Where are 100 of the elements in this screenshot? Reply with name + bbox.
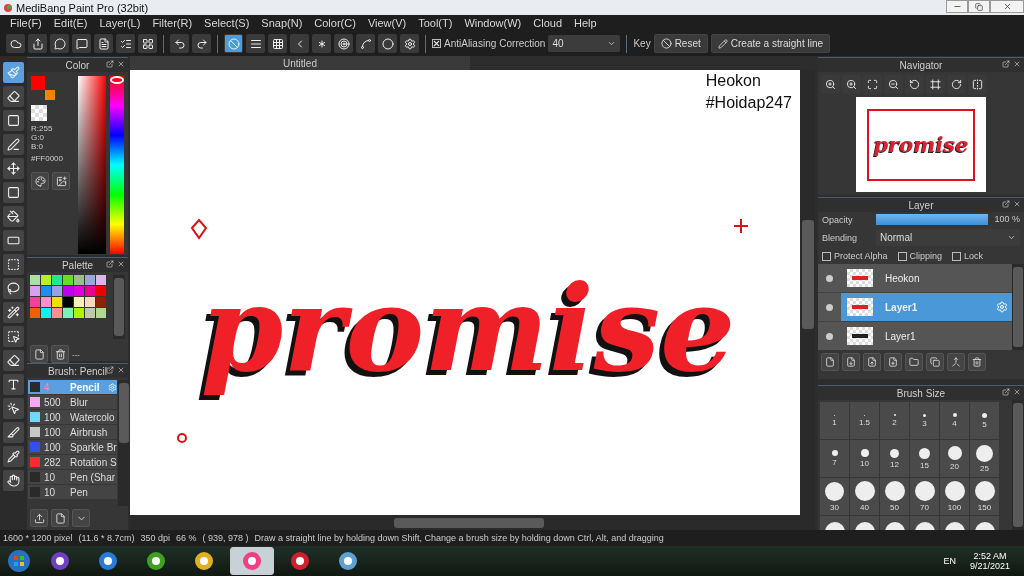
menu-item[interactable]: Color(C): [308, 17, 362, 29]
brush-item[interactable]: 100 Watercolo: [28, 410, 117, 424]
brush-size-item[interactable]: 70: [910, 478, 939, 515]
size-label: 4: [952, 419, 957, 428]
field-label: Opacity: [822, 214, 854, 225]
panel-title: Navigator: [899, 59, 943, 71]
brush-size-item[interactable]: 40: [850, 478, 879, 515]
brush-item[interactable]: 500 Blur: [28, 395, 117, 409]
menu-item[interactable]: Select(S): [198, 17, 256, 29]
panel-title: Palette: [61, 259, 94, 271]
menu-item[interactable]: View(V): [361, 17, 413, 29]
checkbox-label: Lock: [964, 251, 984, 261]
menu-item[interactable]: Snap(N): [255, 17, 309, 29]
brush-size-item[interactable]: 15: [910, 440, 939, 477]
field-label: Key: [633, 38, 651, 49]
status-text: 1600 * 1200 pixel: [3, 533, 73, 543]
size-label: 1.5: [858, 417, 871, 427]
brush-size-item[interactable]: 1.5: [850, 402, 879, 439]
brush-name: Pencil: [70, 381, 101, 393]
menu-item[interactable]: Layer(L): [93, 17, 147, 29]
brush-size-item[interactable]: 12: [880, 440, 909, 477]
clock[interactable]: 2:52 AM 9/21/2021: [969, 551, 1010, 571]
document-tab[interactable]: Untitled: [130, 56, 470, 70]
brush-item[interactable]: 100 Sparkle Br: [28, 440, 117, 454]
channel-value: G:0: [31, 133, 45, 142]
panel-title: Color: [65, 59, 90, 71]
straight-line-button[interactable]: Create a straight line: [710, 34, 831, 53]
palette-name: ---: [72, 349, 80, 359]
brush-size-item[interactable]: 25: [970, 440, 999, 477]
status-text: 350 dpi: [140, 533, 170, 543]
opacity-value: 100 %: [994, 215, 1020, 224]
menu-item[interactable]: Filter(R): [146, 17, 199, 29]
size-label: 100: [947, 503, 962, 512]
brush-size-item[interactable]: 1: [820, 402, 849, 439]
brush-item[interactable]: 10 Pen (Shar: [28, 470, 117, 484]
field-label: Correction: [499, 38, 546, 49]
panel-title: Brush: Pencil: [48, 365, 107, 377]
brush-size: 4: [44, 381, 51, 393]
menu-item[interactable]: Edit(E): [47, 17, 94, 29]
size-label: 1: [832, 417, 837, 427]
brush-name: Pen: [70, 486, 89, 498]
lettering-artwork: promise: [199, 258, 737, 400]
checkbox-label: AntiAliasing: [444, 38, 497, 49]
field-label: Blending: [822, 232, 859, 243]
size-label: 70: [920, 503, 929, 512]
status-text: ( 939, 978 ): [202, 533, 249, 543]
layer-name: Layer1: [885, 301, 919, 313]
status-text: Draw a straight line by holding down Shift, Change a brush size by holding down Ctrl, Alt, and dragging: [254, 533, 664, 543]
brush-size-item[interactable]: 10: [850, 440, 879, 477]
correction-dropdown[interactable]: 40: [548, 35, 621, 52]
brush-size-item[interactable]: 7: [820, 440, 849, 477]
size-label: 10: [860, 459, 869, 468]
panel-title: Brush Size: [896, 387, 946, 399]
brush-size-item[interactable]: 5: [970, 402, 999, 439]
brush-size: 100: [44, 441, 62, 453]
panel-title: Layer: [908, 199, 934, 211]
size-label: 150: [977, 503, 992, 512]
language-indicator[interactable]: EN: [943, 556, 956, 566]
menu-item[interactable]: Help: [568, 17, 603, 29]
brush-size-item[interactable]: 100: [940, 478, 969, 515]
brush-item[interactable]: 10 Pen: [28, 485, 117, 499]
size-label: 2: [892, 418, 897, 427]
size-label: 50: [890, 503, 899, 512]
layer-item[interactable]: Heokon: [818, 264, 1012, 292]
time: 2:52 AM: [973, 551, 1007, 561]
brush-size-item[interactable]: 20: [940, 440, 969, 477]
window-title: MediBang Paint Pro (32bit): [16, 1, 149, 14]
brush-item[interactable]: 282 Rotation S: [28, 455, 117, 469]
menu-item[interactable]: Window(W): [458, 17, 528, 29]
brush-size-item[interactable]: 4: [940, 402, 969, 439]
channel-value: R:255: [31, 124, 54, 133]
brush-item[interactable]: 100 Airbrush: [28, 425, 117, 439]
menu-item[interactable]: Tool(T): [412, 17, 459, 29]
layer-name: Heokon: [885, 272, 921, 284]
brush-size: 100: [44, 411, 62, 423]
brush-size: 282: [44, 456, 62, 468]
navigator-preview[interactable]: promise: [856, 97, 986, 192]
brush-size: 100: [44, 426, 62, 438]
brush-size: 500: [44, 396, 62, 408]
brush-size-item[interactable]: 30: [820, 478, 849, 515]
brush-size-item[interactable]: 150: [970, 478, 999, 515]
reset-button[interactable]: Reset: [653, 34, 708, 53]
brush-size-item[interactable]: 50: [880, 478, 909, 515]
blending-dropdown[interactable]: Normal: [876, 229, 1020, 246]
preview-lettering: promise: [873, 132, 969, 157]
canvas-text: #Hoidap247: [705, 94, 792, 112]
size-label: 3: [922, 418, 927, 428]
status-text: (11.6 * 8.7cm): [78, 533, 135, 543]
canvas-text: Heokon: [705, 72, 762, 90]
brush-name: Pen (Shar: [70, 471, 117, 483]
layer-item[interactable]: Layer1: [818, 322, 1012, 350]
brush-size-item[interactable]: 3: [910, 402, 939, 439]
size-label: 15: [920, 460, 929, 470]
size-label: 30: [830, 502, 839, 512]
view-frame[interactable]: promise: [867, 108, 975, 181]
menu-item[interactable]: Cloud: [527, 17, 568, 29]
checkbox-label: Protect Alpha: [834, 251, 888, 261]
status-text: 66 %: [175, 533, 197, 543]
brush-size-item[interactable]: 2: [880, 402, 909, 439]
menu-item[interactable]: File(F): [4, 17, 48, 29]
